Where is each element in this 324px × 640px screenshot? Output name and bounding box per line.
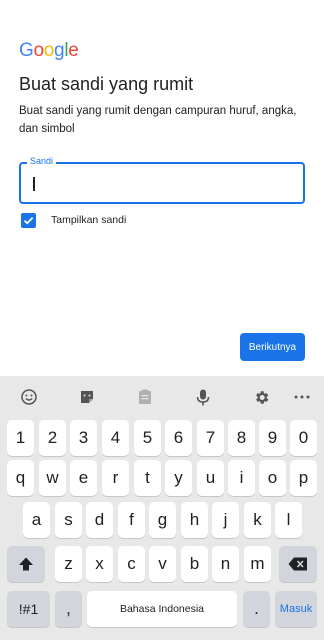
- key-1[interactable]: 1: [7, 420, 34, 456]
- key-w[interactable]: w: [39, 460, 66, 496]
- key-6[interactable]: 6: [165, 420, 192, 456]
- backspace-icon: [288, 557, 307, 571]
- key-j[interactable]: j: [212, 502, 239, 538]
- key-r[interactable]: r: [102, 460, 129, 496]
- key-b[interactable]: b: [181, 546, 208, 582]
- key-q[interactable]: q: [7, 460, 34, 496]
- key-t[interactable]: t: [134, 460, 161, 496]
- key-i[interactable]: i: [228, 460, 255, 496]
- key-v[interactable]: v: [149, 546, 176, 582]
- emoji-icon[interactable]: [20, 388, 38, 406]
- key-0[interactable]: 0: [290, 420, 317, 456]
- key-4[interactable]: 4: [102, 420, 129, 456]
- logo-letter: G: [19, 40, 34, 61]
- sticker-icon[interactable]: [78, 388, 96, 406]
- logo-letter: g: [54, 40, 65, 61]
- show-password-label[interactable]: Tampilkan sandi: [51, 214, 126, 226]
- key-8[interactable]: 8: [228, 420, 255, 456]
- key-n[interactable]: n: [212, 546, 239, 582]
- key-d[interactable]: d: [86, 502, 113, 538]
- key-a[interactable]: a: [23, 502, 50, 538]
- logo-letter: o: [33, 40, 44, 61]
- google-logo: Google: [19, 40, 79, 62]
- logo-letter: e: [68, 40, 79, 61]
- key-k[interactable]: k: [244, 502, 271, 538]
- key-p[interactable]: p: [290, 460, 317, 496]
- enter-key[interactable]: Masuk: [275, 591, 317, 627]
- key-y[interactable]: y: [165, 460, 192, 496]
- key-2[interactable]: 2: [39, 420, 66, 456]
- key-c[interactable]: c: [118, 546, 145, 582]
- comma-key[interactable]: ,: [55, 591, 82, 627]
- key-h[interactable]: h: [181, 502, 208, 538]
- mic-icon[interactable]: [194, 388, 212, 406]
- key-o[interactable]: o: [259, 460, 286, 496]
- logo-letter: o: [43, 40, 55, 61]
- key-3[interactable]: 3: [70, 420, 97, 456]
- key-u[interactable]: u: [197, 460, 224, 496]
- key-f[interactable]: f: [118, 502, 145, 538]
- page-title: Buat sandi yang rumit: [19, 74, 194, 94]
- key-g[interactable]: g: [149, 502, 176, 538]
- text-caret: [33, 177, 35, 191]
- show-password-checkbox[interactable]: [21, 213, 36, 228]
- key-m[interactable]: m: [244, 546, 271, 582]
- page-subtitle: Buat sandi yang rumit dengan campuran hu…: [19, 105, 297, 135]
- shift-icon: [19, 557, 33, 571]
- clipboard-icon[interactable]: [136, 388, 154, 406]
- key-9[interactable]: 9: [259, 420, 286, 456]
- key-7[interactable]: 7: [197, 420, 224, 456]
- space-key[interactable]: Bahasa Indonesia: [87, 591, 237, 627]
- key-e[interactable]: e: [70, 460, 97, 496]
- symbols-key[interactable]: !#1: [7, 591, 50, 627]
- password-field-label: Sandi: [27, 156, 57, 166]
- keyboard-toolbar: [0, 376, 324, 418]
- key-z[interactable]: z: [55, 546, 82, 582]
- checkmark-icon: [23, 216, 34, 225]
- soft-keyboard: 1 2 3 4 5 6 7 8 9 0 q w e r t y u i o p …: [0, 376, 324, 640]
- period-key[interactable]: .: [243, 591, 270, 627]
- key-5[interactable]: 5: [134, 420, 161, 456]
- password-field[interactable]: [19, 162, 305, 204]
- key-s[interactable]: s: [55, 502, 82, 538]
- key-l[interactable]: l: [275, 502, 302, 538]
- shift-key[interactable]: [7, 546, 45, 582]
- more-icon[interactable]: [293, 388, 311, 406]
- backspace-key[interactable]: [279, 546, 317, 582]
- key-x[interactable]: x: [86, 546, 113, 582]
- gear-icon[interactable]: [252, 388, 270, 406]
- next-button[interactable]: Berikutnya: [240, 333, 305, 361]
